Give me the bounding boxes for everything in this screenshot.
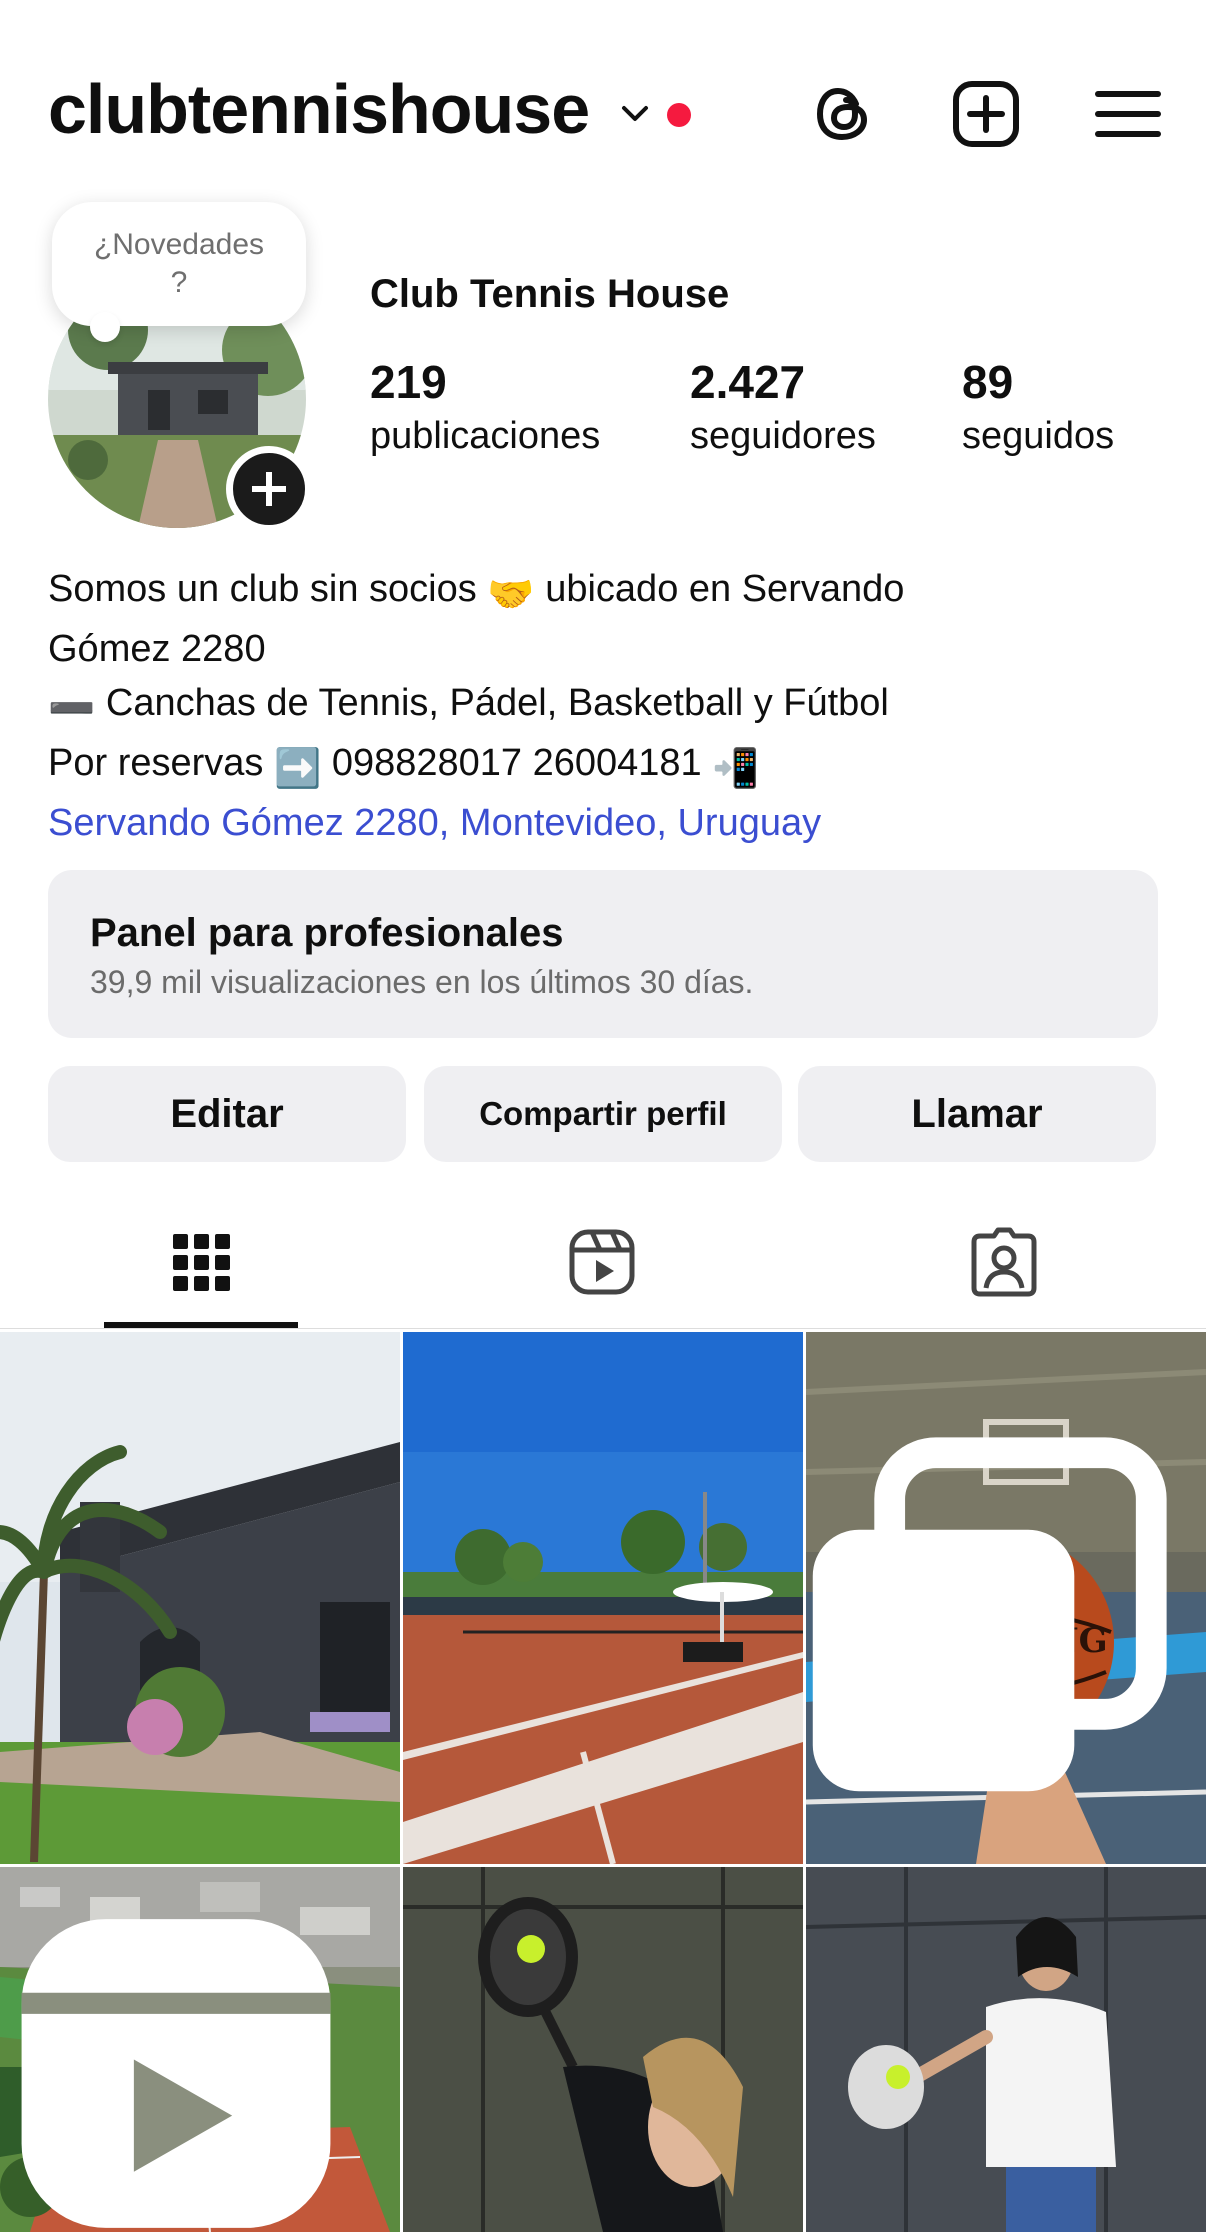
- reels-icon: [569, 1229, 635, 1295]
- stat-label: publicaciones: [370, 415, 601, 457]
- tagged-icon: [971, 1227, 1037, 1297]
- carousel-icon: [812, 1437, 1167, 1792]
- stat-value: 219: [370, 356, 447, 408]
- call-button[interactable]: Llamar: [798, 1066, 1156, 1162]
- panel-subtitle: 39,9 mil visualizaciones en los últimos …: [90, 964, 754, 1000]
- tab-tagged[interactable]: [968, 1226, 1040, 1298]
- tab-divider: [0, 1328, 1206, 1329]
- profile-bio: Somos un club sin socios 🤝 ubicado en Se…: [48, 562, 1168, 850]
- edit-profile-button[interactable]: Editar: [48, 1066, 406, 1162]
- phone-icon: 📲: [712, 748, 760, 790]
- bio-text: ubicado en Servando: [534, 568, 905, 610]
- threads-icon[interactable]: [808, 78, 880, 150]
- profile-header: clubtennishouse: [0, 0, 1206, 200]
- menu-icon[interactable]: [1092, 78, 1164, 150]
- bio-line: Somos un club sin socios 🤝 ubicado en Se…: [48, 562, 1168, 622]
- bio-line: Por reservas ➡️ 098828017 26004181 📲: [48, 736, 1168, 796]
- new-post-icon[interactable]: [950, 78, 1022, 150]
- bio-line: ➖ Canchas de Tennis, Pádel, Basketball y…: [48, 676, 1168, 736]
- bio-text: 098828017 26004181: [321, 742, 713, 784]
- bio-text: Somos un club sin socios: [48, 568, 488, 610]
- professional-dashboard[interactable]: Panel para profesionales 39,9 mil visual…: [48, 870, 1158, 1038]
- note-bubble[interactable]: ¿Novedades ?: [52, 202, 306, 326]
- username-switcher[interactable]: clubtennishouse: [48, 74, 590, 144]
- share-profile-button[interactable]: Compartir perfil: [424, 1066, 782, 1162]
- stat-value: 89: [962, 356, 1014, 408]
- tab-posts[interactable]: [165, 1226, 237, 1298]
- bio-text: Por reservas: [48, 742, 274, 784]
- post-thumbnail[interactable]: [403, 1332, 803, 1864]
- note-bubble-text: ¿Novedades ?: [93, 228, 265, 299]
- chevron-down-icon[interactable]: [620, 102, 650, 126]
- stat-posts[interactable]: 219 publicaciones: [370, 356, 600, 460]
- tab-reels[interactable]: [566, 1226, 638, 1298]
- grid-icon: [173, 1234, 230, 1291]
- post-thumbnail[interactable]: [806, 1867, 1206, 2232]
- add-story-button[interactable]: [226, 446, 312, 532]
- display-name: Club Tennis House: [370, 272, 730, 316]
- post-thumbnail[interactable]: [0, 1867, 400, 2232]
- stat-label: seguidores: [690, 415, 876, 457]
- post-thumbnail[interactable]: [0, 1332, 400, 1864]
- notification-dot: [667, 103, 691, 127]
- stat-followers[interactable]: 2.427 seguidores: [690, 356, 876, 460]
- location-link[interactable]: Servando Gómez 2280, Montevideo, Uruguay: [48, 796, 1168, 850]
- posts-grid: SPALDING: [0, 1332, 1206, 2232]
- panel-title: Panel para profesionales: [90, 911, 564, 955]
- padel-player-woman-image: [403, 1867, 803, 2232]
- post-thumbnail[interactable]: SPALDING: [806, 1332, 1206, 1864]
- stat-value: 2.427: [690, 356, 806, 408]
- padel-player-woman-white-image: [806, 1867, 1206, 2232]
- stat-following[interactable]: 89 seguidos: [962, 356, 1114, 460]
- clubhouse-building-image: [0, 1332, 400, 1864]
- bio-line: Gómez 2280: [48, 628, 266, 670]
- minus-icon: ➖: [48, 688, 96, 730]
- note-bubble-tail: [90, 312, 120, 342]
- bio-text: Canchas de Tennis, Pádel, Basketball y F…: [95, 682, 889, 724]
- handshake-icon: 🤝: [487, 574, 535, 616]
- post-thumbnail[interactable]: [403, 1867, 803, 2232]
- reel-icon: [21, 1919, 331, 2228]
- arrow-right-icon: ➡️: [273, 748, 322, 790]
- clay-tennis-court-image: [403, 1332, 803, 1864]
- stat-label: seguidos: [962, 415, 1115, 457]
